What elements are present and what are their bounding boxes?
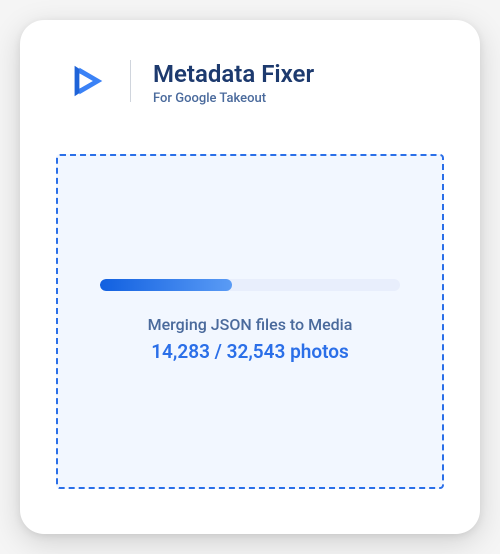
app-title: Metadata Fixer — [153, 60, 314, 89]
progress-panel: Merging JSON files to Media 14,283 / 32,… — [56, 154, 444, 489]
count-text: 14,283 / 32,543 photos — [151, 340, 349, 363]
app-subtitle: For Google Takeout — [153, 91, 314, 106]
progress-container — [100, 279, 400, 291]
header: Metadata Fixer For Google Takeout — [56, 60, 444, 106]
titles: Metadata Fixer For Google Takeout — [153, 60, 314, 106]
progress-fill — [100, 279, 232, 291]
status-text: Merging JSON files to Media — [148, 315, 353, 334]
app-logo-icon — [66, 60, 108, 102]
app-card: Metadata Fixer For Google Takeout Mergin… — [20, 20, 480, 534]
progress-bar — [100, 279, 400, 291]
header-divider — [130, 60, 131, 102]
